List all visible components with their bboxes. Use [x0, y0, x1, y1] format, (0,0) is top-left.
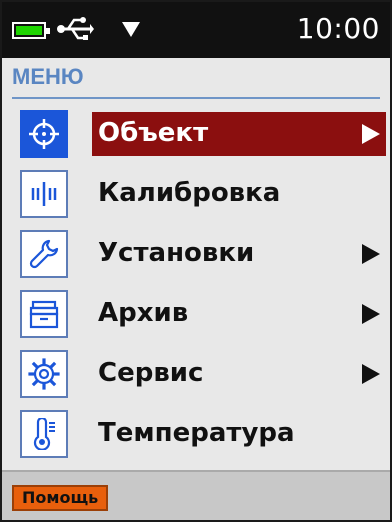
device-screen: 10:00 МЕНЮ Объект Калибровка Установки А…: [0, 0, 392, 522]
menu-item-label: Объект: [98, 118, 209, 148]
wrench-icon: [20, 230, 68, 278]
calibration-icon: [20, 170, 68, 218]
menu-item-temperature[interactable]: Температура: [2, 404, 390, 464]
menu-item-archive-bar[interactable]: Архив: [92, 292, 386, 336]
menu-item-object-bar[interactable]: Объект: [92, 112, 386, 156]
status-bar: 10:00: [2, 2, 390, 58]
battery-icon: [12, 22, 50, 39]
menu-item-object[interactable]: Объект: [2, 104, 390, 164]
title-divider: [12, 97, 380, 99]
menu-item-label: Сервис: [98, 358, 204, 388]
submenu-arrow-icon: [362, 364, 380, 384]
menu-item-calibration-bar[interactable]: Калибровка: [92, 172, 386, 216]
menu-item-label: Установки: [98, 238, 255, 268]
submenu-arrow-icon: [362, 304, 380, 324]
help-button[interactable]: Помощь: [12, 485, 109, 511]
menu-item-settings[interactable]: Установки: [2, 224, 390, 284]
menu-title: МЕНЮ: [12, 64, 84, 89]
menu-item-label: Калибровка: [98, 178, 281, 208]
submenu-arrow-icon: [362, 124, 380, 144]
thermometer-icon: [20, 410, 68, 458]
menu-item-calibration[interactable]: Калибровка: [2, 164, 390, 224]
menu-item-label: Архив: [98, 298, 189, 328]
menu-item-settings-bar[interactable]: Установки: [92, 232, 386, 276]
target-icon: [20, 110, 68, 158]
usb-icon: [57, 17, 94, 40]
gear-icon: [20, 350, 68, 398]
menu-item-service-bar[interactable]: Сервис: [92, 352, 386, 396]
archive-icon: [20, 290, 68, 338]
menu-item-label: Температура: [98, 418, 295, 448]
menu-item-service[interactable]: Сервис: [2, 344, 390, 404]
signal-icon: [122, 22, 140, 37]
menu-item-archive[interactable]: Архив: [2, 284, 390, 344]
clock: 10:00: [296, 12, 380, 45]
submenu-arrow-icon: [362, 244, 380, 264]
menu-item-temperature-bar[interactable]: Температура: [92, 412, 386, 456]
bottom-bar: Помощь: [2, 470, 390, 520]
